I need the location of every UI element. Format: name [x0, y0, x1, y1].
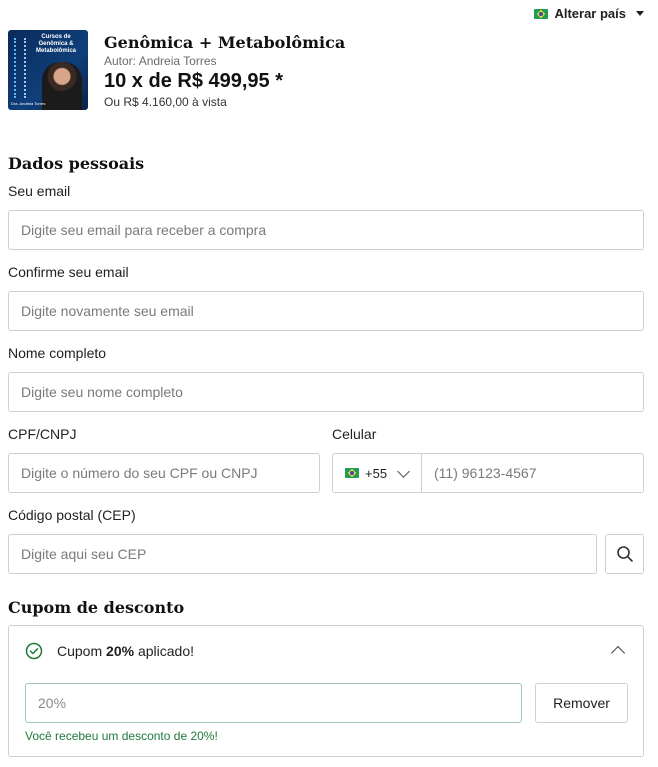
- email-field[interactable]: [8, 210, 644, 250]
- cep-field[interactable]: [8, 534, 597, 574]
- coupon-status-prefix: Cupom: [57, 643, 107, 659]
- search-icon: [616, 546, 633, 562]
- cpf-field[interactable]: [8, 453, 320, 493]
- installment-price: 10 x de R$ 499,95 *: [104, 70, 284, 92]
- cover-author-photo: [42, 62, 82, 110]
- coupon-heading: Cupom de desconto: [8, 598, 185, 617]
- product-title: Genômica + Metabolômica: [104, 33, 346, 52]
- product-cover-image: Cursos de Genômica & Metabolômica Dra. A…: [8, 30, 88, 110]
- cpf-label: CPF/CNPJ: [8, 426, 77, 442]
- confirm-email-label: Confirme seu email: [8, 264, 129, 280]
- coupon-code-field[interactable]: [25, 683, 522, 723]
- coupon-panel: Cupom 20% aplicado! Remover Você recebeu…: [8, 625, 644, 757]
- cover-title: Cursos de Genômica & Metabolômica: [35, 34, 76, 54]
- country-code-value: +55: [365, 465, 388, 481]
- caret-down-icon: [636, 11, 644, 16]
- cover-author-name: Dra. Andreia Torres: [11, 101, 46, 106]
- coupon-success-message: Você recebeu um desconto de 20%!: [25, 729, 218, 743]
- brazil-flag-icon: [534, 8, 549, 19]
- change-country-label: Alterar país: [554, 6, 626, 21]
- cash-price: Ou R$ 4.160,00 à vista: [104, 95, 227, 109]
- product-info: Genômica + Metabolômica Autor: Andreia T…: [104, 30, 345, 110]
- country-code-select[interactable]: +55: [333, 454, 422, 492]
- chevron-down-icon: [397, 464, 410, 478]
- coupon-status-text: Cupom 20% aplicado!: [57, 643, 194, 659]
- change-country-button[interactable]: Alterar país: [534, 6, 644, 21]
- full-name-label: Nome completo: [8, 345, 107, 361]
- product-summary: Cursos de Genômica & Metabolômica Dra. A…: [8, 30, 345, 110]
- phone-label: Celular: [332, 426, 377, 442]
- cep-search-button[interactable]: [605, 534, 644, 574]
- coupon-status-value: 20%: [106, 643, 135, 659]
- dna-helix-icon: [14, 38, 26, 98]
- cep-label: Código postal (CEP): [8, 507, 136, 523]
- product-author: Autor: Andreia Torres: [104, 54, 217, 68]
- phone-field[interactable]: [422, 454, 643, 492]
- phone-field-group: +55: [332, 453, 644, 493]
- personal-data-heading: Dados pessoais: [8, 154, 145, 173]
- chevron-up-icon[interactable]: [610, 645, 626, 661]
- coupon-status-suffix: aplicado!: [134, 643, 194, 659]
- check-circle-icon: [25, 642, 43, 660]
- remove-coupon-button[interactable]: Remover: [535, 683, 628, 723]
- coupon-status: Cupom 20% aplicado!: [25, 642, 194, 660]
- brazil-flag-icon: [345, 468, 359, 478]
- confirm-email-field[interactable]: [8, 291, 644, 331]
- email-label: Seu email: [8, 183, 71, 199]
- full-name-field[interactable]: [8, 372, 644, 412]
